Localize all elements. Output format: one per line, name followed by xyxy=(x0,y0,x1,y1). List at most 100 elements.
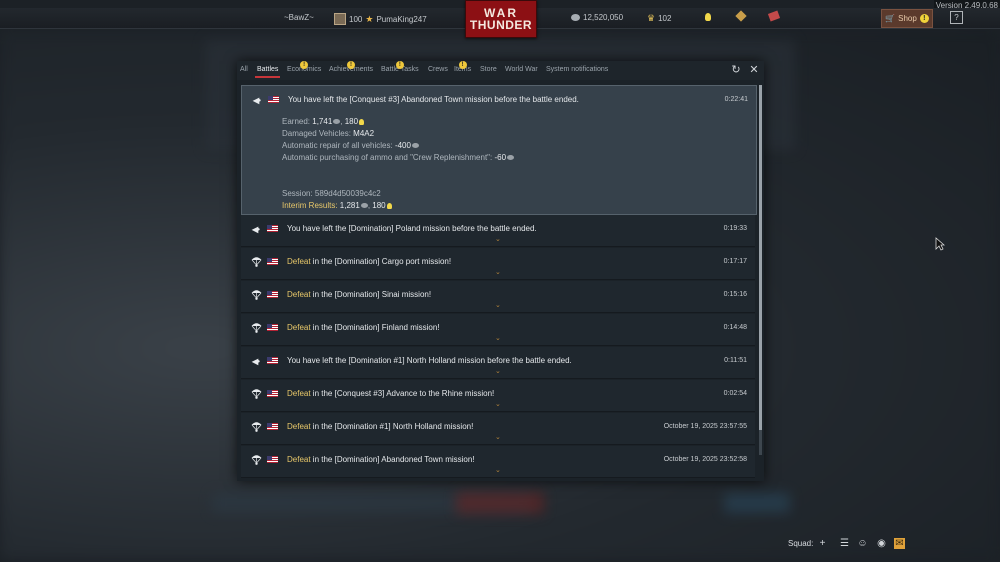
notification-message: You have left the [Domination #1] North … xyxy=(287,356,572,365)
tab-economics[interactable]: Economics! xyxy=(287,61,321,73)
usa-flag-icon xyxy=(267,357,278,364)
ammo-label: Automatic purchasing of ammo and "Crew R… xyxy=(282,153,495,162)
expand-chevron-icon[interactable]: ⌄ xyxy=(495,466,501,474)
interim-rp: 180 xyxy=(372,201,386,210)
refresh-icon[interactable]: ↻ xyxy=(730,64,742,76)
tab-badge: ! xyxy=(395,61,404,69)
defeat-label: Defeat xyxy=(287,290,311,299)
detail-line: Automatic purchasing of ammo and "Crew R… xyxy=(282,152,515,164)
wallet-button[interactable] xyxy=(767,10,781,22)
research-points-icon xyxy=(359,118,365,125)
repair-label: Automatic repair of all vehicles: xyxy=(282,141,395,150)
list-icon[interactable]: ☰ xyxy=(839,538,850,549)
expand-chevron-icon[interactable]: ⌄ xyxy=(495,268,501,276)
silver-lions-icon xyxy=(411,143,419,149)
usa-flag-icon xyxy=(267,258,278,265)
message-text: in the [Conquest #3] Advance to the Rhin… xyxy=(310,389,495,398)
notification-time: 0:17:17 xyxy=(723,258,747,265)
notification-row[interactable]: ◀• You have left the [Domination #1] Nort… xyxy=(241,347,755,379)
silver-lions[interactable]: 12,520,050 xyxy=(571,13,623,22)
level-text: 100 xyxy=(349,14,363,24)
expand-chevron-icon[interactable]: ⌄ xyxy=(495,301,501,309)
tab-achievements[interactable]: Achievements! xyxy=(329,61,373,73)
notification-time: 0:02:54 xyxy=(723,390,747,397)
notification-row[interactable]: Defeat in the [Conquest #3] Advance to t… xyxy=(241,380,755,412)
expand-chevron-icon[interactable]: ⌄ xyxy=(495,433,501,441)
tab-items[interactable]: Items! xyxy=(454,61,471,73)
notification-message: You have left the [Domination] Poland mi… xyxy=(287,224,537,233)
usa-flag-icon xyxy=(267,456,278,463)
leave-battle-icon: ◀• xyxy=(252,225,260,234)
detail-line: Session: 589d4d50039c4c2 xyxy=(282,188,514,200)
notification-message: Defeat in the [Domination] Cargo port mi… xyxy=(287,257,451,266)
tab-world-war[interactable]: World War xyxy=(505,66,538,73)
help-button[interactable]: ? xyxy=(950,11,963,24)
premium-diamond-icon xyxy=(735,10,747,22)
scrollbar-thumb[interactable] xyxy=(759,85,762,430)
notification-time: October 19, 2025 23:52:58 xyxy=(663,456,747,463)
tab-label: System notifications xyxy=(546,66,609,73)
chat-icon[interactable]: ◉ xyxy=(876,538,887,549)
notification-time: 0:19:33 xyxy=(723,225,747,232)
notification-row[interactable]: Defeat in the [Domination #1] North Holl… xyxy=(241,413,755,445)
player-level[interactable]: 100 ★ PumaKing247 xyxy=(334,13,427,25)
tab-battle-tasks[interactable]: Battle Tasks! xyxy=(381,61,419,73)
notification-tabs: All Battles Economics! Achievements! Battle … xyxy=(237,61,764,80)
notification-row[interactable]: ◀• You have left the [Domination] Poland … xyxy=(241,215,755,247)
silver-lions-icon xyxy=(507,155,515,161)
squadron-name: PumaKing247 xyxy=(376,14,427,24)
usa-flag-icon xyxy=(267,423,278,430)
tab-store[interactable]: Store xyxy=(480,66,497,73)
squad-label: Squad: xyxy=(788,539,814,548)
mail-icon[interactable]: ✉ xyxy=(894,538,905,549)
tab-all[interactable]: All xyxy=(240,66,248,73)
add-squad-member-icon[interactable]: + xyxy=(817,538,828,549)
message-text: in the [Domination] Cargo port mission! xyxy=(310,257,452,266)
notification-row[interactable]: Defeat in the [Domination] Sinai mission… xyxy=(241,281,755,313)
ammo-value: -60 xyxy=(494,153,507,162)
nickname[interactable]: ~BawZ~ xyxy=(284,13,314,22)
shop-button[interactable]: 🛒 Shop ! xyxy=(881,9,933,28)
message-text: in the [Domination] Finland mission! xyxy=(310,323,440,332)
tab-label: World War xyxy=(505,66,538,73)
shop-label: Shop xyxy=(898,14,917,23)
notification-row[interactable]: Defeat in the [Domination] Finland missi… xyxy=(241,314,755,346)
tab-label: Battles xyxy=(257,66,279,73)
silver-lions-icon xyxy=(571,14,580,21)
detail-line: Damaged Vehicles: M4A2 xyxy=(282,128,514,140)
lightbulb-icon xyxy=(705,13,711,21)
tab-crews[interactable]: Crews xyxy=(428,66,448,73)
tab-battles[interactable]: Battles xyxy=(254,66,281,78)
close-icon[interactable]: ✕ xyxy=(748,64,760,76)
contacts-icon[interactable]: ☺ xyxy=(857,538,868,549)
earned-rp: 180 xyxy=(344,117,359,126)
golden-eagles[interactable]: ♛ 102 xyxy=(647,13,671,24)
notification-message: You have left the [Conquest #3] Abandone… xyxy=(288,95,579,104)
expand-chevron-icon[interactable]: ⌄ xyxy=(495,367,501,375)
defeat-label: Defeat xyxy=(287,389,311,398)
defeat-label: Defeat xyxy=(287,257,311,266)
notification-row[interactable]: Defeat in the [Domination] Cargo port mi… xyxy=(241,248,755,280)
message-text: You have left the [Domination] Poland mi… xyxy=(287,224,537,233)
rank-star-icon: ★ xyxy=(365,13,374,24)
earned-label: Earned: xyxy=(282,117,313,126)
parachute-icon xyxy=(251,455,262,465)
expand-chevron-icon[interactable]: ⌄ xyxy=(495,235,501,243)
expand-chevron-icon[interactable]: ⌄ xyxy=(495,334,501,342)
research-button[interactable] xyxy=(705,13,711,21)
notification-details: Earned: 1,741, 180 Damaged Vehicles: M4A2… xyxy=(282,116,515,212)
notification-row[interactable]: ◀• You have left the [Conquest #3] Abando… xyxy=(241,85,757,215)
repair-value: -400 xyxy=(394,141,411,150)
tab-system-notifications[interactable]: System notifications xyxy=(546,66,608,73)
shop-badge: ! xyxy=(919,14,929,23)
notification-row[interactable]: Defeat in the [Domination] Abandoned Tow… xyxy=(241,446,755,478)
logo-line2: THUNDER xyxy=(469,18,533,32)
usa-flag-icon xyxy=(267,390,278,397)
expand-chevron-icon[interactable]: ⌄ xyxy=(495,400,501,408)
premium-button[interactable] xyxy=(735,10,747,22)
war-thunder-logo[interactable]: WAR THUNDER xyxy=(465,0,537,38)
leave-battle-icon: ◀• xyxy=(253,96,261,105)
golden-eagle-icon: ♛ xyxy=(647,13,656,23)
parachute-icon xyxy=(251,257,262,267)
tab-label: All xyxy=(240,66,248,73)
